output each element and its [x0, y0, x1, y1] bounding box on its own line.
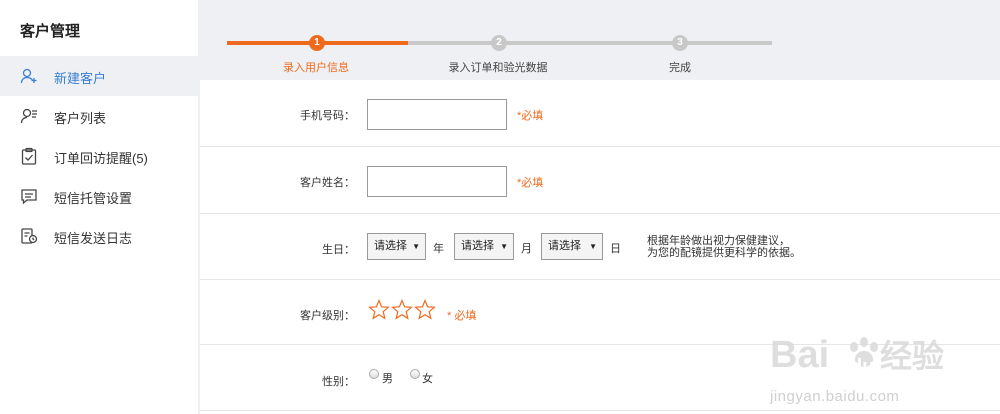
add-user-icon: [20, 68, 37, 84]
step-1-dot: 1: [309, 35, 325, 51]
sidebar-item-order-reminder[interactable]: 订单回访提醒(5): [0, 136, 198, 176]
step-progress: 1 2 3 录入用户信息 录入订单和验光数据 完成: [198, 0, 1000, 80]
birthday-label: 生日：: [322, 244, 355, 256]
sidebar-item-label: 短信托管设置: [54, 191, 133, 206]
sidebar-item-label: 客户列表: [54, 111, 107, 126]
user-list-icon: [20, 108, 37, 124]
star-icon: [368, 299, 390, 320]
gender-male-label: 男: [382, 373, 393, 385]
birthday-row: 生日： 请选择 ▼ 年 请选择 ▼ 月 请选择 ▼ 日 根据年龄做出视力保健建议…: [200, 214, 1000, 280]
baidu-watermark: Bai du 经验 jingyan.baidu.com: [770, 334, 944, 405]
day-unit: 日: [610, 243, 621, 255]
step-3-dot: 3: [672, 35, 688, 51]
birthday-hint-line1: 根据年龄做出视力保健建议，: [647, 235, 790, 247]
year-select-value: 请选择: [374, 240, 407, 252]
message-icon: [21, 189, 37, 205]
name-input[interactable]: [367, 166, 507, 197]
phone-label: 手机号码：: [300, 110, 355, 122]
month-select[interactable]: 请选择 ▼: [454, 233, 514, 260]
day-select-value: 请选择: [548, 240, 581, 252]
year-unit: 年: [433, 243, 444, 255]
watermark-brand3: 经验: [880, 337, 944, 375]
sidebar-item-label: 短信发送日志: [54, 231, 133, 246]
gender-label: 性别：: [322, 376, 355, 388]
step-2-label: 录入订单和验光数据: [448, 62, 548, 74]
watermark-brand: Bai: [770, 334, 829, 376]
watermark-brand2: du: [850, 356, 874, 378]
watermark-url: jingyan.baidu.com: [770, 388, 899, 405]
sidebar-item-label: 订单回访提醒(5): [54, 151, 148, 166]
dropdown-arrow-icon: ▼: [589, 242, 597, 251]
month-unit: 月: [521, 243, 532, 255]
month-select-value: 请选择: [461, 240, 494, 252]
star-icon: [414, 299, 436, 320]
gender-female-radio[interactable]: [410, 369, 420, 379]
year-select[interactable]: 请选择 ▼: [367, 233, 426, 260]
step-line-pending: [408, 41, 772, 45]
phone-row: 手机号码： *必填: [200, 80, 1000, 147]
star-icon: [391, 299, 413, 320]
sidebar-item-sms-log[interactable]: 短信发送日志: [0, 216, 198, 256]
level-required-note: * 必填: [447, 310, 477, 322]
sidebar-item-new-customer[interactable]: 新建客户: [0, 56, 198, 96]
phone-input[interactable]: [367, 99, 507, 130]
sidebar-title: 客户管理: [20, 23, 81, 40]
clipboard-check-icon: [21, 147, 37, 165]
phone-required-note: *必填: [517, 110, 544, 122]
name-required-note: *必填: [517, 177, 544, 189]
sidebar-item-customer-list[interactable]: 客户列表: [0, 96, 198, 136]
birthday-hint: 根据年龄做出视力保健建议， 为您的配镜提供更科学的依据。: [647, 235, 801, 259]
step-3-label: 完成: [669, 62, 691, 74]
step-1-label: 录入用户信息: [283, 62, 349, 74]
star-rating[interactable]: [368, 299, 438, 321]
dropdown-arrow-icon: ▼: [412, 242, 420, 251]
birthday-hint-line2: 为您的配镜提供更科学的依据。: [647, 247, 801, 259]
gender-female-label: 女: [422, 373, 433, 385]
dropdown-arrow-icon: ▼: [500, 242, 508, 251]
name-label: 客户姓名：: [300, 177, 355, 189]
log-clock-icon: [21, 228, 38, 244]
sidebar-item-sms-settings[interactable]: 短信托管设置: [0, 176, 198, 216]
day-select[interactable]: 请选择 ▼: [541, 233, 603, 260]
sidebar: 客户管理 新建客户 客户列表 订单回访提醒(5) 短信托管设置 短信发送日志: [0, 0, 198, 414]
step-2-dot: 2: [491, 35, 507, 51]
level-label: 客户级别：: [300, 310, 355, 322]
gender-male-radio[interactable]: [369, 369, 379, 379]
name-row: 客户姓名： *必填: [200, 147, 1000, 214]
sidebar-item-label: 新建客户: [54, 71, 107, 86]
